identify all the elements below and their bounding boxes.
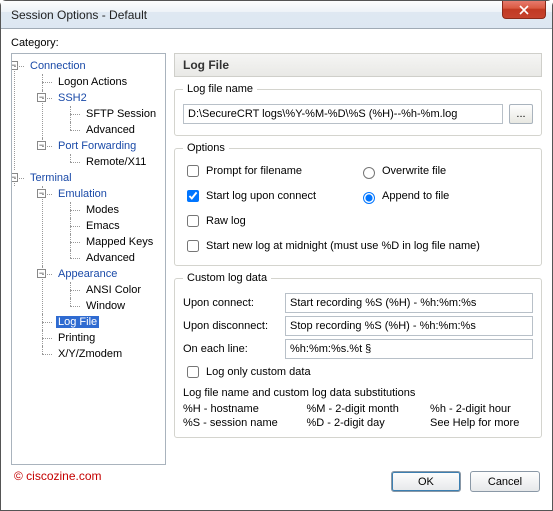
tree-xyz[interactable]: X/Y/Zmodem — [56, 348, 124, 360]
each-line-input[interactable] — [285, 339, 533, 359]
append-radio[interactable]: Append to file — [358, 187, 533, 205]
upon-connect-label: Upon connect: — [183, 297, 279, 309]
upon-disconnect-input[interactable] — [285, 316, 533, 336]
collapse-icon[interactable]: − — [11, 61, 18, 70]
tree-appearance[interactable]: Appearance — [56, 268, 119, 280]
settings-panel: Log File Log file name ... Options Promp… — [174, 53, 542, 465]
titlebar: Session Options - Default — [1, 1, 552, 29]
tree-advanced2[interactable]: Advanced — [84, 252, 137, 264]
custom-log-group: Custom log data Upon connect: Upon disco… — [174, 272, 542, 438]
overwrite-radio[interactable]: Overwrite file — [358, 162, 533, 180]
tree-mapped[interactable]: Mapped Keys — [84, 236, 155, 248]
subs-heading: Log file name and custom log data substi… — [183, 387, 533, 399]
tree-emacs[interactable]: Emacs — [84, 220, 122, 232]
tree-ansi[interactable]: ANSI Color — [84, 284, 143, 296]
tree-connection[interactable]: Connection — [28, 60, 88, 72]
close-icon — [519, 5, 529, 15]
watermark: © ciscozine.com — [14, 469, 102, 483]
tree-portfwd[interactable]: Port Forwarding — [56, 140, 138, 152]
collapse-icon[interactable]: − — [37, 93, 46, 102]
ellipsis-icon: ... — [516, 108, 525, 120]
prompt-checkbox[interactable]: Prompt for filename — [183, 162, 358, 180]
collapse-icon[interactable]: − — [37, 269, 46, 278]
logfile-name-legend: Log file name — [183, 83, 257, 95]
logfile-name-group: Log file name ... — [174, 83, 542, 136]
custom-log-legend: Custom log data — [183, 272, 271, 284]
close-button[interactable] — [502, 1, 546, 19]
tree-sftp[interactable]: SFTP Session — [84, 108, 158, 120]
subs-table: %H - hostname %M - 2-digit month %h - 2-… — [183, 403, 533, 429]
upon-disconnect-label: Upon disconnect: — [183, 320, 279, 332]
tree-logon[interactable]: Logon Actions — [56, 76, 129, 88]
log-only-custom-checkbox[interactable]: Log only custom data — [183, 363, 533, 381]
category-label: Category: — [11, 37, 542, 49]
options-group: Options Prompt for filename Overwrite fi… — [174, 142, 542, 266]
ok-button[interactable]: OK — [391, 471, 461, 492]
tree-logfile[interactable]: Log File — [56, 316, 99, 328]
tree-emulation[interactable]: Emulation — [56, 188, 109, 200]
tree-terminal[interactable]: Terminal — [28, 172, 74, 184]
raw-log-checkbox[interactable]: Raw log — [183, 212, 358, 230]
collapse-icon[interactable]: − — [37, 141, 46, 150]
upon-connect-input[interactable] — [285, 293, 533, 313]
tree-printing[interactable]: Printing — [56, 332, 97, 344]
midnight-checkbox[interactable]: Start new log at midnight (must use %D i… — [183, 237, 533, 255]
tree-ssh2[interactable]: SSH2 — [56, 92, 89, 104]
browse-button[interactable]: ... — [509, 104, 533, 124]
tree-window[interactable]: Window — [84, 300, 127, 312]
logfile-name-input[interactable] — [183, 104, 503, 124]
window-title: Session Options - Default — [11, 8, 147, 22]
collapse-icon[interactable]: − — [11, 173, 18, 182]
options-legend: Options — [183, 142, 229, 154]
each-line-label: On each line: — [183, 343, 279, 355]
collapse-icon[interactable]: − — [37, 189, 46, 198]
tree-modes[interactable]: Modes — [84, 204, 121, 216]
tree-advanced[interactable]: Advanced — [84, 124, 137, 136]
start-on-connect-checkbox[interactable]: Start log upon connect — [183, 187, 358, 205]
cancel-button[interactable]: Cancel — [470, 471, 540, 492]
category-tree[interactable]: − Connection Logon Actions − SSH2 SFTP S… — [11, 53, 166, 465]
panel-title: Log File — [174, 53, 542, 77]
tree-remotex11[interactable]: Remote/X11 — [84, 156, 148, 168]
